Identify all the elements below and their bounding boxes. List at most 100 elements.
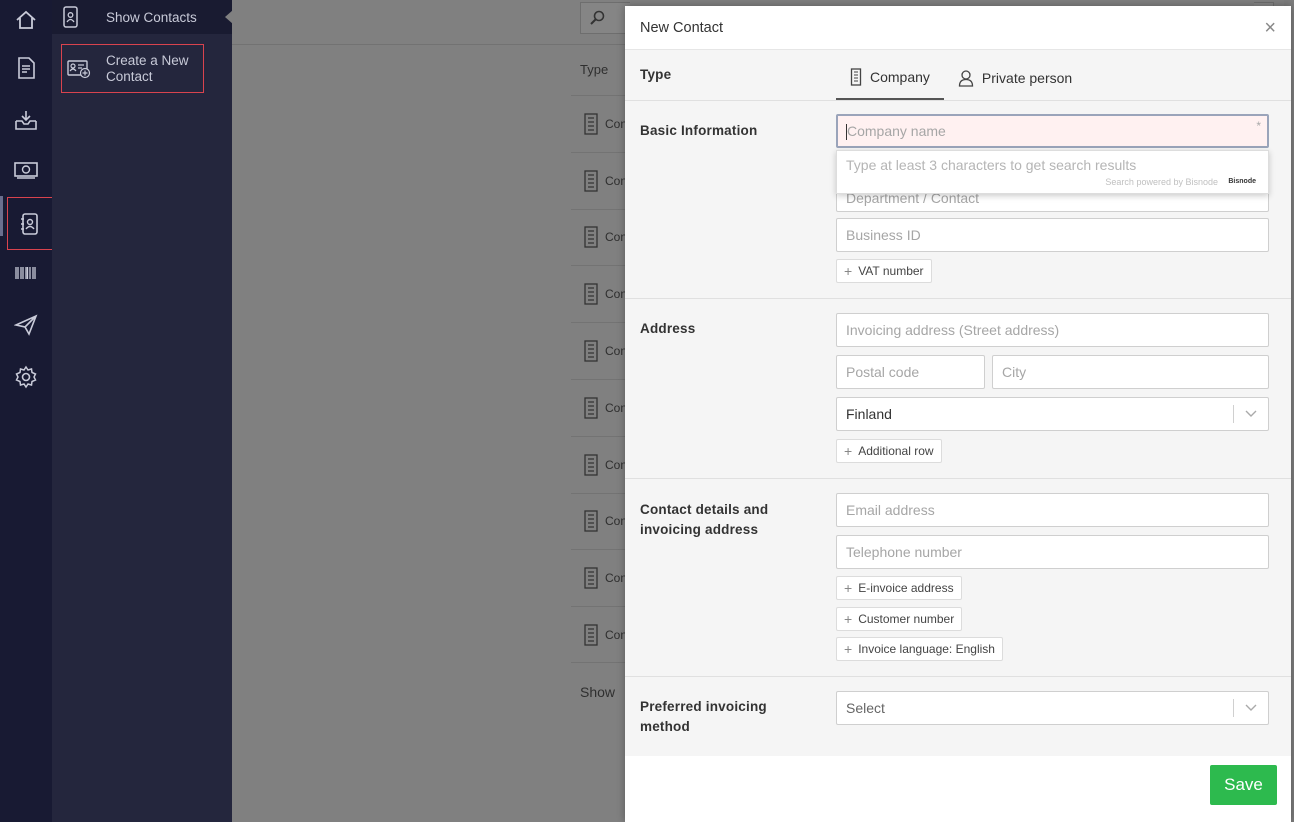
- add-customer-number-button[interactable]: + Customer number: [836, 607, 963, 631]
- company-search-dropdown: Type at least 3 characters to get search…: [836, 150, 1269, 194]
- invoice-language-label: Invoice language: English: [858, 642, 995, 656]
- tab-private-person-label: Private person: [981, 70, 1073, 86]
- building-icon: [584, 226, 598, 249]
- powered-by-text: Search powered by Bisnode: [1105, 177, 1218, 187]
- row-text: Con: [605, 571, 628, 586]
- home-icon[interactable]: [0, 0, 52, 40]
- show-contacts-item[interactable]: Show Contacts: [52, 0, 233, 34]
- plus-icon: +: [844, 641, 853, 657]
- add-vat-number-button[interactable]: + VAT number: [836, 259, 932, 283]
- invoicing-method-value: Select: [846, 700, 885, 716]
- building-icon: [584, 623, 598, 646]
- row-text: Con: [605, 230, 628, 245]
- row-text: Con: [605, 400, 628, 415]
- invoice-language-button[interactable]: + Invoice language: English: [836, 637, 1003, 661]
- telephone-input[interactable]: Telephone number: [836, 535, 1269, 569]
- table-row: Con: [571, 265, 631, 322]
- basic-info-label: Basic Information: [640, 123, 758, 138]
- send-icon[interactable]: [0, 305, 52, 345]
- tab-private-person[interactable]: Private person: [944, 56, 1086, 100]
- type-tabs: Company Private person: [836, 56, 1086, 100]
- country-value: Finland: [846, 406, 892, 422]
- new-contact-modal: New Contact × Type Company Private perso…: [625, 6, 1291, 822]
- building-icon: [584, 397, 598, 419]
- modal-title: New Contact: [640, 19, 724, 36]
- plus-icon: +: [844, 263, 853, 279]
- table-row: Con: [571, 208, 631, 266]
- vat-chip-label: VAT number: [858, 264, 924, 278]
- text-caret: [846, 124, 847, 140]
- close-icon[interactable]: ×: [1264, 18, 1276, 38]
- company-name-input[interactable]: Company name *: [836, 114, 1269, 148]
- business-id-input[interactable]: Business ID: [836, 218, 1269, 252]
- building-icon: [584, 454, 598, 476]
- e-invoice-label: E-invoice address: [858, 581, 954, 595]
- create-contact-item[interactable]: Create a New Contact: [61, 44, 204, 93]
- table-row: Con: [571, 95, 631, 152]
- search-hint: Type at least 3 characters to get search…: [846, 157, 1137, 173]
- row-text: Con: [605, 457, 628, 472]
- street-address-input[interactable]: Invoicing address (Street address): [836, 313, 1269, 347]
- table-row: Con: [571, 322, 631, 379]
- building-icon: [584, 567, 598, 589]
- bisnode-logo: Bisnode: [1228, 178, 1256, 185]
- table-row: Con: [571, 435, 631, 493]
- customer-number-label: Customer number: [858, 612, 955, 626]
- save-button[interactable]: Save: [1210, 765, 1277, 805]
- background-show-label: Show: [580, 684, 616, 700]
- active-marker: [0, 196, 3, 236]
- background-rows: Con Con Con Con Con Con Con Con Con Con: [571, 95, 631, 663]
- row-text: Con: [605, 116, 628, 131]
- contacts-icon[interactable]: [7, 197, 53, 250]
- postal-code-placeholder: Postal code: [846, 364, 920, 380]
- country-select[interactable]: Finland: [836, 397, 1269, 431]
- chevron-down-icon: [1245, 704, 1257, 711]
- modal-header: New Contact ×: [625, 6, 1291, 50]
- company-name-placeholder: Company name: [847, 123, 946, 139]
- invoicing-method-select[interactable]: Select: [836, 691, 1269, 725]
- background-search-box: [580, 2, 630, 34]
- row-text: Con: [605, 173, 628, 188]
- barcode-icon[interactable]: [0, 253, 52, 293]
- modal-footer: Save: [625, 756, 1291, 822]
- table-row: Con: [571, 378, 631, 436]
- building-icon: [584, 283, 598, 305]
- street-address-placeholder: Invoicing address (Street address): [846, 322, 1060, 338]
- building-icon: [850, 68, 862, 86]
- plus-icon: +: [844, 580, 853, 596]
- business-id-placeholder: Business ID: [846, 227, 921, 243]
- invoice-icon[interactable]: [0, 48, 52, 88]
- chevron-down-icon: [1245, 410, 1257, 417]
- email-placeholder: Email address: [846, 502, 935, 518]
- postal-code-input[interactable]: Postal code: [836, 355, 985, 389]
- inbox-icon[interactable]: [0, 100, 52, 140]
- tab-company-label: Company: [870, 69, 930, 85]
- add-additional-row-button[interactable]: + Additional row: [836, 439, 942, 463]
- tab-company[interactable]: Company: [836, 56, 944, 100]
- row-text: Con: [605, 627, 628, 642]
- email-input[interactable]: Email address: [836, 493, 1269, 527]
- icon-rail: [0, 0, 53, 822]
- telephone-placeholder: Telephone number: [846, 544, 962, 560]
- settings-icon[interactable]: [0, 357, 52, 397]
- building-icon: [584, 510, 598, 533]
- person-icon: [958, 70, 974, 87]
- row-text: Con: [605, 344, 628, 359]
- invoicing-method-label: Preferred invoicing method: [640, 699, 767, 734]
- plus-icon: +: [844, 611, 853, 627]
- background-type-header: Type: [580, 62, 609, 77]
- contacts-book-icon: [52, 6, 88, 28]
- show-contacts-label: Show Contacts: [106, 9, 197, 25]
- table-row: Con: [571, 549, 631, 606]
- select-divider: [1233, 699, 1234, 717]
- type-label: Type: [640, 67, 672, 82]
- add-e-invoice-address-button[interactable]: + E-invoice address: [836, 576, 962, 600]
- select-divider: [1233, 405, 1234, 423]
- row-text: Con: [605, 287, 628, 302]
- building-icon: [584, 113, 598, 135]
- contacts-submenu: Show Contacts Create a New Contact: [52, 0, 233, 822]
- address-label: Address: [640, 321, 696, 336]
- money-icon[interactable]: [0, 150, 52, 190]
- additional-row-label: Additional row: [858, 444, 934, 458]
- city-input[interactable]: City: [992, 355, 1269, 389]
